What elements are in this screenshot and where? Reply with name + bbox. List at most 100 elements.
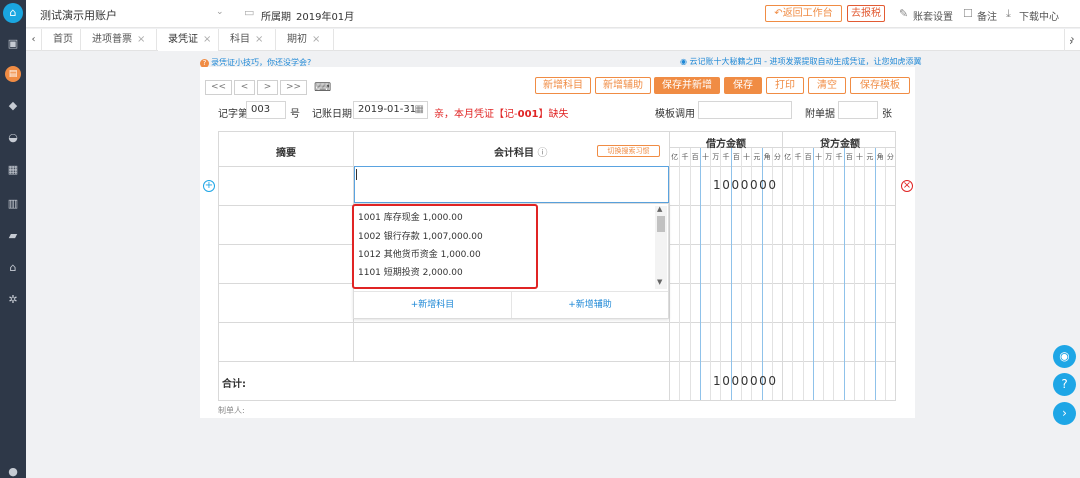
save-template-button[interactable]: 保存模板 bbox=[850, 77, 910, 94]
close-icon[interactable]: × bbox=[312, 34, 320, 45]
highlight-annotation-box bbox=[352, 204, 538, 289]
digit-column-line bbox=[699, 148, 701, 400]
digit-column-line bbox=[833, 148, 835, 400]
digit-unit-label: 千 bbox=[835, 153, 843, 161]
account-dropdown-icon[interactable]: ⌄ bbox=[216, 7, 224, 17]
dropdown-scrollbar[interactable]: ▲ ▼ bbox=[655, 205, 667, 289]
period-label: 所属期 bbox=[261, 12, 291, 23]
debit-amount-header: 借方金额 bbox=[706, 139, 746, 150]
attachment-label: 附单据 bbox=[805, 109, 835, 120]
tip-right[interactable]: ◉ 云记账十大秘籍之四 - 进项发票提取自动生成凭证，让您如虎添翼 bbox=[680, 56, 922, 67]
attachment-count-input[interactable] bbox=[838, 101, 878, 119]
settings-gear-icon[interactable]: ✲ bbox=[0, 290, 26, 310]
missing-voucher-warning: 亲，本月凭证【记-001】缺失 bbox=[434, 109, 569, 120]
voucher-nav-icon[interactable]: ▤ bbox=[5, 66, 21, 82]
top-bar: 测试演示用账户 ⌄ ▭ 所属期 2019年01月 ⌄ ↶返回工作台 去报税 ✎ … bbox=[26, 0, 1080, 28]
posting-date-input[interactable]: 2019-01-31 ▦ bbox=[353, 101, 428, 119]
tab-bar: ‹ 首页 进项普票 × 录凭证 × 科目 × 期初 × › bbox=[26, 29, 1080, 51]
new-subject-button[interactable]: 新增科目 bbox=[535, 77, 591, 94]
book-nav-icon[interactable]: ▦ bbox=[0, 160, 26, 180]
voucher-number-suffix: 号 bbox=[290, 109, 300, 120]
digit-unit-label: 亿 bbox=[784, 153, 792, 161]
digit-unit-label: 角 bbox=[763, 153, 771, 161]
back-to-workbench-button[interactable]: ↶返回工作台 bbox=[765, 5, 842, 22]
close-icon[interactable]: × bbox=[203, 34, 211, 45]
print-button[interactable]: 打印 bbox=[766, 77, 804, 94]
digit-unit-label: 十 bbox=[701, 153, 709, 161]
report-chart-icon[interactable]: ▥ bbox=[0, 194, 26, 214]
tabs-scroll-left-icon[interactable]: ‹ bbox=[26, 29, 42, 51]
digit-column-line bbox=[812, 148, 814, 400]
folder-nav-icon[interactable]: ◆ bbox=[0, 96, 26, 116]
close-icon[interactable]: × bbox=[255, 34, 263, 45]
digit-unit-label: 万 bbox=[825, 153, 833, 161]
tab-subjects[interactable]: 科目 × bbox=[220, 29, 276, 51]
digit-unit-label: 分 bbox=[886, 153, 894, 161]
close-icon[interactable]: × bbox=[137, 34, 145, 45]
wallet-nav-icon[interactable]: ▰ bbox=[0, 226, 26, 246]
save-button[interactable]: 保存 bbox=[724, 77, 762, 94]
help-icon[interactable]: ? bbox=[1053, 373, 1076, 396]
expand-right-icon[interactable]: › bbox=[1069, 35, 1073, 48]
save-and-new-button[interactable]: 保存并新增 bbox=[654, 77, 720, 94]
remove-row-icon[interactable]: × bbox=[901, 180, 913, 192]
download-icon: ⤓ bbox=[1006, 7, 1011, 20]
template-input[interactable] bbox=[698, 101, 792, 119]
account-settings-link[interactable]: 账套设置 bbox=[913, 8, 953, 23]
bag-nav-icon[interactable]: ◒ bbox=[0, 128, 26, 148]
attachment-unit: 张 bbox=[882, 109, 892, 120]
voucher-number-input[interactable]: 003 bbox=[246, 101, 286, 119]
clear-button[interactable]: 清空 bbox=[808, 77, 846, 94]
total-debit-amount: 1000000 bbox=[713, 374, 778, 388]
download-center-link[interactable]: 下载中心 bbox=[1019, 8, 1059, 23]
last-voucher-button[interactable]: >> bbox=[280, 80, 307, 95]
switch-search-button[interactable]: 切换搜索习惯 bbox=[597, 145, 660, 157]
subject-input[interactable] bbox=[354, 166, 669, 203]
add-row-icon[interactable]: + bbox=[203, 180, 215, 192]
keyboard-icon[interactable]: ⌨ bbox=[314, 80, 331, 94]
next-voucher-button[interactable]: > bbox=[257, 80, 278, 95]
digit-unit-label: 百 bbox=[804, 153, 812, 161]
prev-voucher-button[interactable]: < bbox=[234, 80, 255, 95]
tab-opening-balance[interactable]: 期初 × bbox=[277, 29, 334, 51]
home-logo-icon[interactable]: ⌂ bbox=[3, 3, 23, 23]
digit-column-line bbox=[853, 148, 855, 400]
digit-column-line bbox=[679, 148, 681, 400]
calendar-icon: ▭ bbox=[244, 6, 255, 19]
play-icon: ◉ bbox=[680, 57, 690, 66]
collapse-sidebar-icon[interactable]: ▣ bbox=[0, 34, 26, 54]
tab-input-invoice[interactable]: 进项普票 × bbox=[82, 29, 157, 51]
scrollbar-thumb[interactable] bbox=[657, 216, 665, 232]
file-tax-button[interactable]: 去报税 bbox=[847, 5, 885, 22]
digit-unit-label: 百 bbox=[732, 153, 740, 161]
text-cursor bbox=[356, 169, 357, 180]
bank-nav-icon[interactable]: ⌂ bbox=[0, 258, 26, 278]
tab-home[interactable]: 首页 bbox=[43, 29, 81, 51]
user-nav-icon[interactable]: ● bbox=[0, 462, 26, 478]
scroll-down-icon[interactable]: ▼ bbox=[657, 278, 662, 286]
back-arrow-icon: ↶ bbox=[774, 8, 783, 19]
calendar-icon[interactable]: ▦ bbox=[415, 102, 424, 118]
edit-icon: ✎ bbox=[899, 7, 909, 20]
digit-column-line bbox=[864, 148, 866, 400]
row1-debit-amount[interactable]: 1000000 bbox=[713, 178, 778, 192]
total-label: 合计: bbox=[222, 379, 246, 390]
digit-unit-label: 角 bbox=[876, 153, 884, 161]
notes-link[interactable]: 备注 bbox=[977, 8, 997, 23]
digit-unit-label: 百 bbox=[691, 153, 699, 161]
new-aux-button[interactable]: 新增辅助 bbox=[595, 77, 651, 94]
add-subject-link[interactable]: +新增科目 bbox=[354, 292, 511, 318]
period-dropdown-icon[interactable]: ⌄ bbox=[348, 7, 356, 17]
scroll-up-icon[interactable]: ▲ bbox=[657, 205, 662, 213]
first-voucher-button[interactable]: << bbox=[205, 80, 232, 95]
posting-date-label: 记账日期 bbox=[312, 109, 352, 120]
tab-voucher-entry[interactable]: 录凭证 × bbox=[158, 29, 219, 51]
period-value[interactable]: 2019年01月 bbox=[296, 8, 354, 23]
sidebar: ⌂ ▣ ▤ ◆ ◒ ▦ ▥ ▰ ⌂ ✲ ● bbox=[0, 0, 26, 478]
digit-unit-label: 亿 bbox=[671, 153, 679, 161]
next-arrow-icon[interactable]: › bbox=[1053, 402, 1076, 425]
help-circle-icon[interactable]: ⓘ bbox=[537, 148, 547, 159]
digit-column-line bbox=[823, 148, 825, 400]
eye-icon[interactable]: ◉ bbox=[1053, 345, 1076, 368]
add-aux-link[interactable]: +新增辅助 bbox=[512, 292, 668, 318]
